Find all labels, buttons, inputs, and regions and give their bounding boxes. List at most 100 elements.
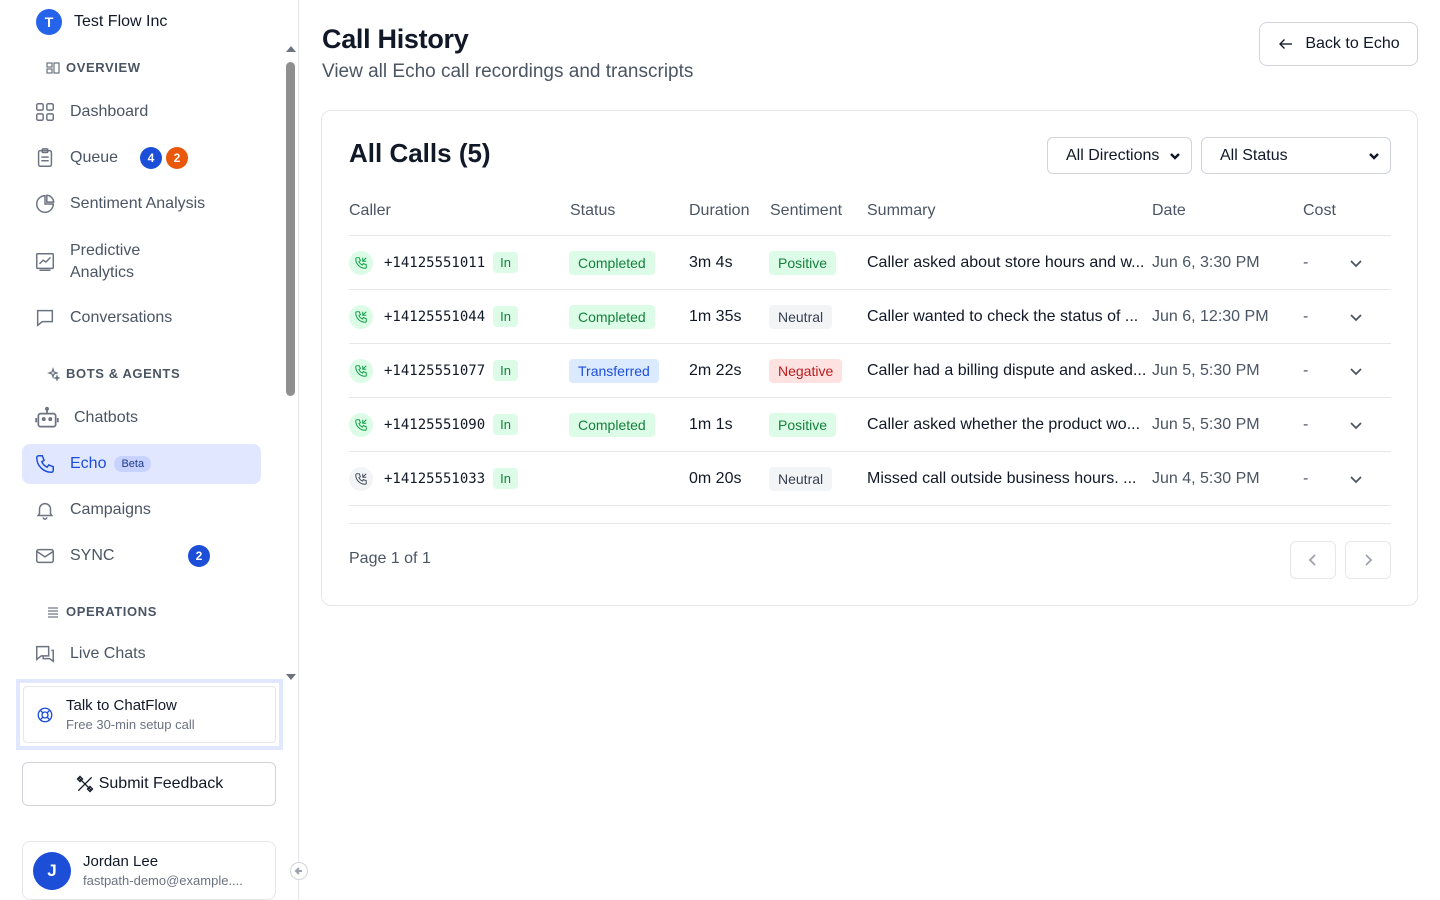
trend-chart-icon	[36, 253, 54, 271]
status-filter-select[interactable]: All Status	[1201, 137, 1391, 174]
chevron-down-icon	[1348, 255, 1364, 271]
sidebar-item-sync[interactable]: SYNC 2	[22, 534, 261, 578]
sidebar-item-label: Live Chats	[70, 645, 146, 662]
org-switcher[interactable]: T Test Flow Inc	[36, 9, 167, 35]
duration-cell: 2m 22s	[689, 361, 742, 379]
sidebar-item-chatbots[interactable]: Chatbots	[22, 396, 261, 440]
direction-badge: In	[493, 414, 518, 435]
direction-filter-select[interactable]: All Directions	[1047, 137, 1192, 174]
expand-row-button[interactable]	[1348, 452, 1364, 505]
sentiment-cell: Neutral	[769, 452, 833, 505]
page-subtitle: View all Echo call recordings and transc…	[322, 61, 694, 82]
list-icon	[48, 606, 58, 618]
status-cell: Completed	[569, 398, 655, 451]
status-cell: Completed	[569, 290, 655, 343]
scroll-up-arrow-icon[interactable]	[286, 46, 296, 52]
app-root: T Test Flow Inc OVERVIEW Dashboard Queue…	[0, 0, 1440, 900]
table-row[interactable]: +14125551077 In Transferred 2m 22s Negative C…	[349, 344, 1391, 398]
date-cell: Jun 5, 5:30 PM	[1152, 415, 1260, 433]
sidebar-scrollbar[interactable]	[285, 46, 297, 682]
sentiment-badge: Neutral	[769, 466, 833, 491]
table-row[interactable]: +14125551011 In Completed 3m 4s Positive Call…	[349, 236, 1391, 290]
pie-chart-icon	[36, 194, 55, 213]
caller-number: +14125551090	[384, 416, 486, 433]
summary-text: Caller asked whether the product wo...	[867, 416, 1141, 433]
sidebar-item-label: Dashboard	[70, 103, 149, 120]
dashboard-icon	[36, 103, 54, 121]
cost-cell: -	[1303, 415, 1309, 433]
incoming-call-icon	[349, 412, 373, 437]
date-cell: Jun 6, 12:30 PM	[1152, 307, 1269, 325]
calls-card-title: All Calls (5)	[349, 138, 491, 168]
talk-to-chatflow-card[interactable]: Talk to ChatFlow Free 30-min setup call	[16, 679, 283, 750]
scroll-thumb[interactable]	[286, 62, 295, 396]
sentiment-cell: Negative	[769, 344, 843, 397]
chat-icon	[36, 309, 54, 327]
date-cell: Jun 4, 5:30 PM	[1152, 469, 1260, 487]
column-header-duration: Duration	[689, 202, 750, 219]
status-badge: Completed	[569, 304, 655, 329]
sentiment-badge: Neutral	[769, 304, 833, 329]
previous-page-button[interactable]	[1290, 541, 1336, 579]
sidebar-item-conversations[interactable]: Conversations	[22, 296, 261, 340]
cost-cell: -	[1303, 307, 1309, 325]
column-header-caller: Caller	[349, 202, 391, 219]
org-name: Test Flow Inc	[74, 13, 168, 30]
summary-cell: Caller had a billing dispute and asked..…	[867, 344, 1151, 397]
sidebar-item-dashboard[interactable]: Dashboard	[22, 90, 261, 134]
sidebar-item-label: Conversations	[70, 309, 173, 326]
sentiment-badge: Positive	[769, 250, 837, 275]
direction-badge: In	[493, 360, 518, 381]
caller-number: +14125551077	[384, 362, 486, 379]
expand-row-button[interactable]	[1348, 236, 1364, 289]
collapse-sidebar-button[interactable]	[290, 862, 308, 880]
status-filter-value: All Status	[1220, 146, 1288, 164]
expand-row-button[interactable]	[1348, 344, 1364, 397]
caller-cell: +14125551077 In	[349, 344, 518, 397]
duration-cell: 1m 1s	[689, 415, 733, 433]
sidebar-item-label: Queue	[70, 149, 119, 166]
chevron-down-icon	[1369, 152, 1379, 160]
lifebuoy-icon	[37, 707, 53, 722]
direction-filter-value: All Directions	[1066, 146, 1160, 164]
caller-cell: +14125551033 In	[349, 452, 518, 505]
sync-badge: 2	[188, 545, 210, 567]
submit-feedback-button[interactable]: Submit Feedback	[22, 762, 276, 806]
phone-icon	[36, 455, 54, 473]
table-row[interactable]: +14125551090 In Completed 1m 1s Positive Call…	[349, 398, 1391, 452]
expand-row-button[interactable]	[1348, 290, 1364, 343]
caller-cell: +14125551011 In	[349, 236, 518, 289]
table-row[interactable]: +14125551044 In Completed 1m 35s Neutral Call…	[349, 290, 1391, 344]
queue-badge-orange: 2	[166, 147, 188, 169]
page-info: Page 1 of 1	[349, 550, 431, 567]
sidebar-item-sentiment-analysis[interactable]: Sentiment Analysis	[22, 182, 261, 226]
calls-table: Caller Status Duration Sentiment Summary…	[349, 199, 1391, 506]
status-badge: Transferred	[569, 358, 659, 383]
direction-badge: In	[493, 306, 518, 327]
expand-row-button[interactable]	[1348, 398, 1364, 451]
sidebar-item-label: Chatbots	[74, 409, 139, 426]
sidebar-item-label: Sentiment Analysis	[70, 195, 206, 212]
user-name: Jordan Lee	[83, 853, 159, 870]
sentiment-cell: Positive	[769, 236, 837, 289]
user-profile[interactable]: J Jordan Lee fastpath-demo@example....	[22, 841, 276, 900]
chevron-down-icon	[1170, 152, 1180, 160]
table-row[interactable]: +14125551033 In 0m 20s Neutral Missed call o…	[349, 452, 1391, 506]
column-header-cost: Cost	[1303, 202, 1336, 219]
sidebar-item-queue[interactable]: Queue 4 2	[22, 136, 261, 180]
sidebar-item-live-chats[interactable]: Live Chats	[22, 632, 261, 676]
sidebar-item-echo[interactable]: Echo Beta	[22, 444, 261, 484]
section-operations: OPERATIONS	[46, 604, 157, 619]
duration-cell: 3m 4s	[689, 253, 733, 271]
sidebar-item-predictive-analytics[interactable]: Predictive Analytics	[22, 238, 261, 286]
next-page-button[interactable]	[1345, 541, 1391, 579]
back-to-echo-button[interactable]: Back to Echo	[1259, 22, 1418, 66]
tools-icon	[76, 775, 94, 793]
scroll-down-arrow-icon[interactable]	[286, 674, 296, 680]
summary-cell: Caller wanted to check the status of ...	[867, 290, 1151, 343]
caller-number: +14125551011	[384, 254, 486, 271]
clipboard-icon	[37, 148, 53, 167]
page-title: Call History	[322, 24, 469, 54]
summary-text: Caller wanted to check the status of ...	[867, 308, 1139, 325]
sidebar-item-campaigns[interactable]: Campaigns	[22, 488, 261, 532]
